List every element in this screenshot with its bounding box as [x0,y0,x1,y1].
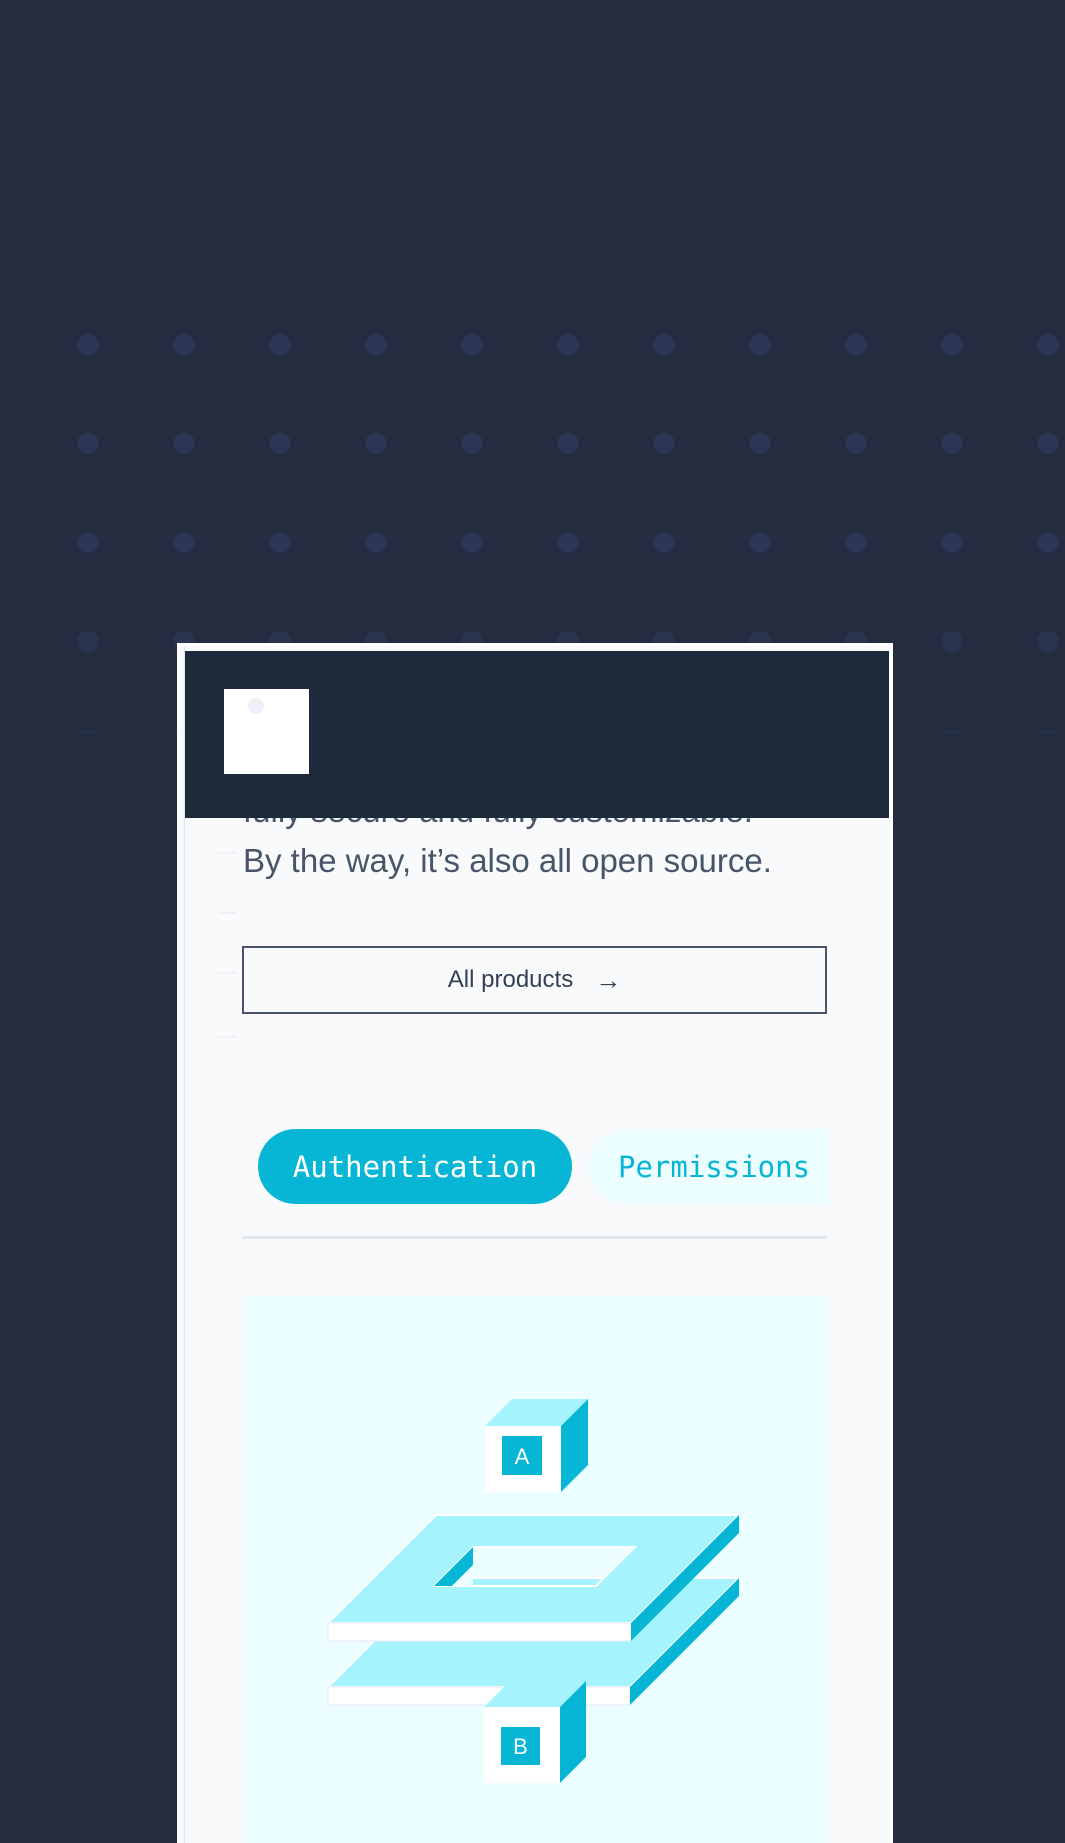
tab-permissions[interactable]: Permissions [589,1129,828,1204]
tabs-divider [242,1236,827,1239]
frame-edge [184,646,185,1843]
cube-b: B [484,1681,586,1783]
cube-a-label: A [515,1444,530,1469]
all-products-label: All products [447,966,574,993]
product-tabs: Authentication Permissions [258,1129,828,1205]
authentication-illustration: B A [242,1296,827,1843]
hero-line-2: By the way, it’s also all open source. [243,842,772,879]
cube-a: A [485,1399,588,1492]
tab-authentication[interactable]: Authentication [258,1129,572,1204]
illustration-svg: B A [325,1399,742,1783]
all-products-button[interactable]: All products → [242,946,827,1014]
divider [218,852,236,854]
arrow-right-icon: → [595,964,622,995]
app-header [185,651,889,818]
cube-b-label: B [513,1734,528,1759]
divider [218,1036,236,1038]
divider [218,912,236,914]
logo-dot [248,698,264,714]
divider [218,972,236,974]
logo-mark[interactable] [224,689,309,774]
device-frame: fully secure and fully customizable. By … [177,643,893,1843]
